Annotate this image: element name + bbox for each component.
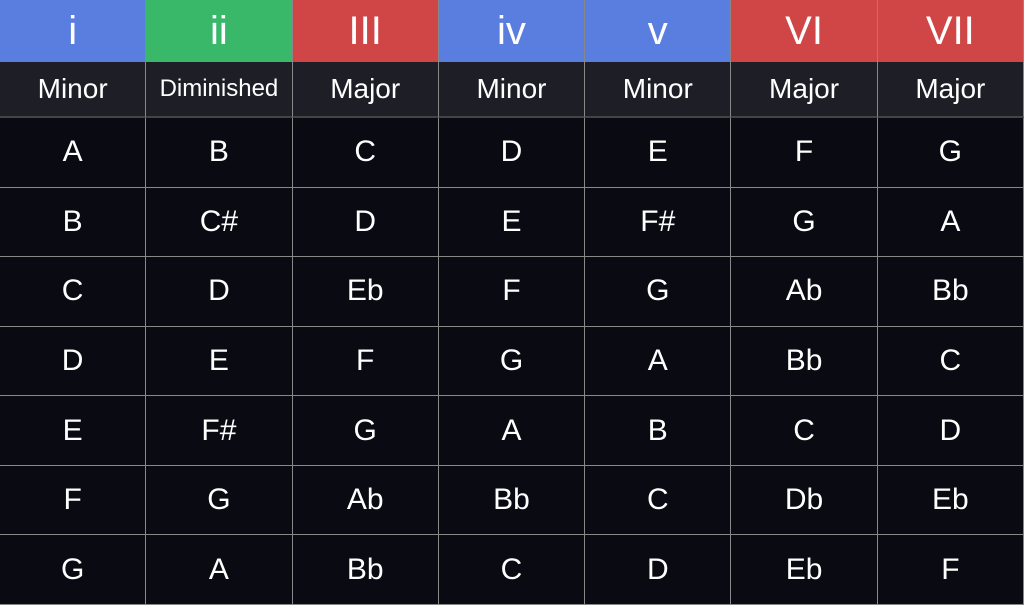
chord-cell: F: [439, 257, 585, 327]
chord-cell: F: [293, 327, 439, 397]
chord-cell: G: [585, 257, 731, 327]
chord-cell: Eb: [293, 257, 439, 327]
chord-cell: F#: [146, 396, 292, 466]
chord-cell: Eb: [878, 466, 1024, 536]
quality-header-2: Diminished: [146, 62, 292, 118]
quality-header-3: Major: [293, 62, 439, 118]
chord-cell: C: [439, 535, 585, 605]
chord-cell: C: [878, 327, 1024, 397]
chord-cell: Db: [731, 466, 877, 536]
chord-cell: Bb: [293, 535, 439, 605]
chord-cell: F: [0, 466, 146, 536]
chord-cell: D: [293, 188, 439, 258]
roman-header-6: VI: [731, 0, 877, 62]
chord-cell: Ab: [293, 466, 439, 536]
roman-header-1: i: [0, 0, 146, 62]
roman-header-4: iv: [439, 0, 585, 62]
chord-cell: C: [731, 396, 877, 466]
roman-header-3: III: [293, 0, 439, 62]
chord-cell: E: [0, 396, 146, 466]
chord-cell: E: [439, 188, 585, 258]
chord-cell: D: [146, 257, 292, 327]
chord-cell: D: [878, 396, 1024, 466]
quality-header-7: Major: [878, 62, 1024, 118]
quality-header-1: Minor: [0, 62, 146, 118]
chord-cell: Eb: [731, 535, 877, 605]
chord-cell: B: [585, 396, 731, 466]
chord-cell: A: [878, 188, 1024, 258]
chord-cell: Ab: [731, 257, 877, 327]
chord-cell: E: [146, 327, 292, 397]
chord-chart-table: i ii III iv v VI VII Minor Diminished Ma…: [0, 0, 1024, 605]
chord-cell: G: [439, 327, 585, 397]
chord-cell: A: [585, 327, 731, 397]
chord-cell: G: [0, 535, 146, 605]
chord-cell: E: [585, 118, 731, 188]
chord-cell: D: [0, 327, 146, 397]
roman-header-5: v: [585, 0, 731, 62]
chord-cell: G: [146, 466, 292, 536]
roman-header-2: ii: [146, 0, 292, 62]
chord-cell: A: [146, 535, 292, 605]
roman-header-7: VII: [878, 0, 1024, 62]
chord-cell: C: [0, 257, 146, 327]
quality-header-4: Minor: [439, 62, 585, 118]
chord-cell: Bb: [878, 257, 1024, 327]
chord-cell: B: [146, 118, 292, 188]
chord-cell: Bb: [731, 327, 877, 397]
chord-cell: B: [0, 188, 146, 258]
chord-cell: D: [439, 118, 585, 188]
chord-cell: C#: [146, 188, 292, 258]
chord-cell: C: [293, 118, 439, 188]
chord-cell: C: [585, 466, 731, 536]
chord-cell: F: [731, 118, 877, 188]
quality-header-5: Minor: [585, 62, 731, 118]
chord-cell: G: [878, 118, 1024, 188]
chord-cell: G: [731, 188, 877, 258]
chord-cell: G: [293, 396, 439, 466]
chord-cell: A: [439, 396, 585, 466]
chord-cell: D: [585, 535, 731, 605]
chord-cell: F#: [585, 188, 731, 258]
quality-header-6: Major: [731, 62, 877, 118]
chord-cell: A: [0, 118, 146, 188]
chord-cell: F: [878, 535, 1024, 605]
chord-cell: Bb: [439, 466, 585, 536]
